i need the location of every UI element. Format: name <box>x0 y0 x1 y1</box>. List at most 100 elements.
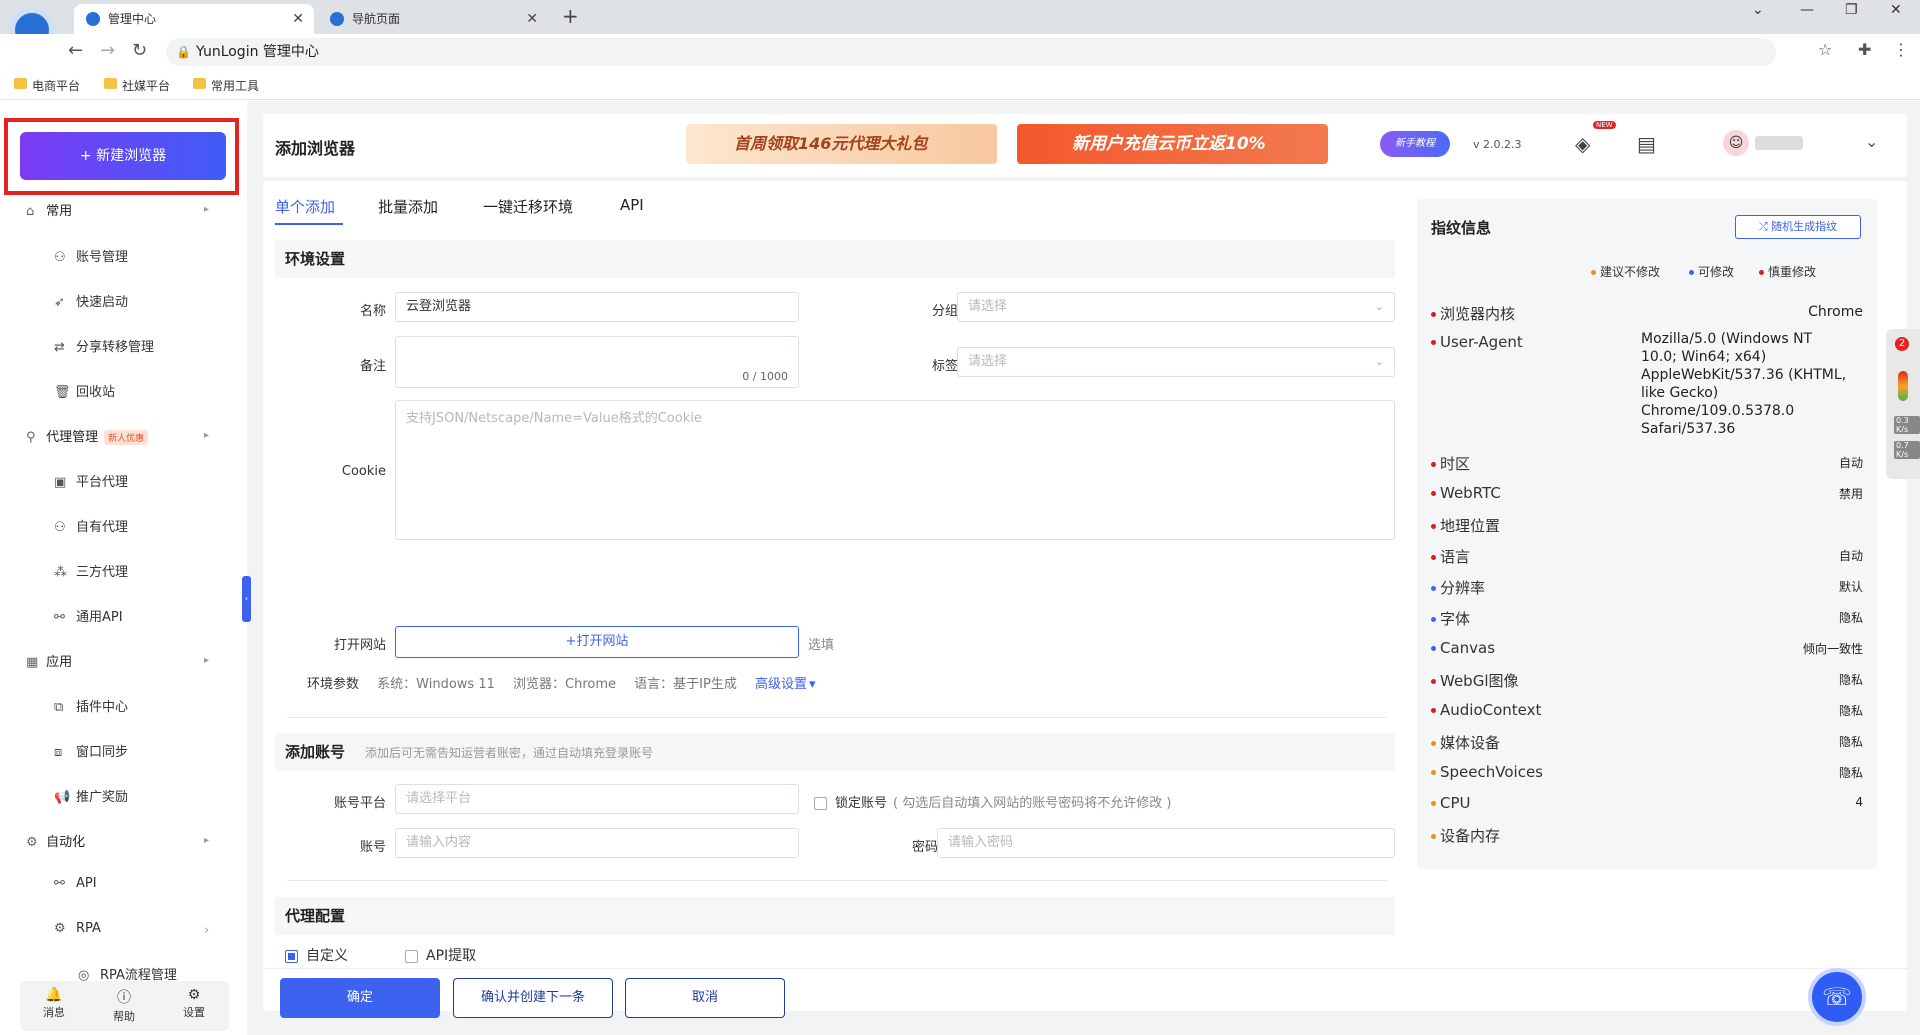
sidebar-group-common[interactable]: ⌂ 常用 <box>26 200 72 219</box>
sidebar-item-own-proxy[interactable]: ⚇ 自有代理 <box>54 516 128 535</box>
reload-icon[interactable]: ↻ <box>132 40 147 61</box>
close-tab-icon[interactable]: ✕ <box>526 4 538 34</box>
sidebar-item-third-proxy[interactable]: ⁂ 三方代理 <box>54 561 128 580</box>
forward-icon[interactable]: → <box>100 40 115 61</box>
option-label: 自定义 <box>306 948 348 964</box>
group-select[interactable]: 请选择 ⌄ <box>957 292 1395 322</box>
chevron-down-icon[interactable]: ⌄ <box>1865 132 1878 151</box>
tab-migrate-env[interactable]: 一键迁移环境 <box>483 196 573 217</box>
password-input[interactable]: 请输入密码 <box>937 828 1395 858</box>
status-dot <box>1431 741 1436 746</box>
sidebar-group-proxy[interactable]: ⚲ 代理管理 新人优惠 <box>26 426 149 445</box>
status-dot <box>1431 708 1436 713</box>
address-bar[interactable]: 🔒 YunLogin 管理中心 <box>166 38 1776 66</box>
new-tab-icon[interactable]: + <box>562 4 579 28</box>
param-os: 系统：Windows 11 <box>377 677 495 692</box>
bookmark-folder[interactable]: 电商平台 <box>14 77 80 94</box>
collapse-sidebar-handle[interactable]: ‹ <box>242 576 251 622</box>
sidebar-item-rpa[interactable]: ⚙ RPA <box>54 921 101 936</box>
cookie-textarea[interactable]: 支持JSON/Netscape/Name=Value格式的Cookie <box>395 400 1395 540</box>
proxy-api-option[interactable]: API提取 <box>405 945 515 965</box>
sidebar-item-share-transfer[interactable]: ⇄ 分享转移管理 <box>54 336 154 355</box>
sidebar-item-general-api[interactable]: ⚯ 通用API <box>54 606 123 625</box>
grid-icon: ▦ <box>26 655 39 670</box>
close-window-icon[interactable]: ✕ <box>1890 2 1902 18</box>
chevron-right-icon: › <box>204 923 210 938</box>
layers-icon[interactable]: ◈ <box>1575 132 1590 156</box>
tab-batch-add[interactable]: 批量添加 <box>378 196 438 217</box>
promo-banner-proxy[interactable]: 首周领取146元代理大礼包 <box>686 124 997 164</box>
back-icon[interactable]: ← <box>68 40 83 61</box>
fp-key: 字体 <box>1440 610 1471 628</box>
legend-dot <box>1689 270 1694 275</box>
extensions-icon[interactable]: ✚ <box>1858 40 1871 59</box>
tag-select[interactable]: 请选择 ⌄ <box>957 347 1395 377</box>
promo-banner-recharge[interactable]: 新用户充值云币立返10% <box>1017 124 1328 164</box>
new-badge: NEW <box>1593 121 1616 129</box>
sidebar-item-platform-proxy[interactable]: ▣ 平台代理 <box>54 471 128 490</box>
confirm-button[interactable]: 确定 <box>280 978 440 1018</box>
cancel-button[interactable]: 取消 <box>625 978 785 1018</box>
proxy-custom-option[interactable]: 自定义 <box>285 945 375 965</box>
section-hint: 添加后可无需告知运营者账密，通过自动填充登录账号 <box>365 746 654 760</box>
char-counter: 0 / 1000 <box>742 370 788 383</box>
name-input[interactable]: 云登浏览器 <box>395 292 799 322</box>
lock-hint: ( 勾选后自动填入网站的账号密码将不允许修改 ) <box>893 796 1172 811</box>
advanced-settings-link[interactable]: 高级设置 <box>755 677 807 692</box>
customer-support-icon[interactable]: ☏ <box>1808 968 1866 1026</box>
bookmark-star-icon[interactable]: ☆ <box>1818 40 1832 59</box>
item-label: 账号管理 <box>76 250 129 265</box>
network-icon: ⁂ <box>54 565 67 580</box>
option-label: API提取 <box>426 948 477 964</box>
sidebar-item-plugin-center[interactable]: ⧉ 插件中心 <box>54 696 128 715</box>
menu-icon[interactable]: ⋮ <box>1893 40 1909 59</box>
fp-key: 地理位置 <box>1440 517 1501 535</box>
close-tab-icon[interactable]: ✕ <box>292 4 304 34</box>
sidebar-item-account-mgmt[interactable]: ⚇ 账号管理 <box>54 246 128 265</box>
meter-badge: 2 <box>1895 337 1909 351</box>
account-input[interactable]: 请输入内容 <box>395 828 799 858</box>
tab-management-center[interactable]: 管理中心 ✕ <box>74 4 314 34</box>
section-account: 添加账号 添加后可无需告知运营者账密，通过自动填充登录账号 <box>275 733 1395 771</box>
lock-checkbox[interactable] <box>814 797 827 810</box>
bookmark-folder[interactable]: 社媒平台 <box>104 77 170 94</box>
platform-select[interactable]: 请选择平台 <box>395 784 799 814</box>
chevron-icon: ▸ <box>204 835 210 846</box>
legend-label: 可修改 <box>1698 265 1735 279</box>
sidebar-item-recycle[interactable]: 🗑 回收站 <box>54 381 115 400</box>
bookmark-folder[interactable]: 常用工具 <box>193 77 259 94</box>
tab-api[interactable]: API <box>620 196 644 214</box>
help-button[interactable]: ⓘ 帮助 <box>104 987 144 1024</box>
megaphone-icon: 📢 <box>54 790 71 805</box>
api-checkbox[interactable] <box>405 949 418 963</box>
open-site-button[interactable]: +打开网站 <box>395 626 799 658</box>
legend-dot <box>1759 270 1764 275</box>
section-env: 环境设置 <box>275 240 1395 278</box>
help-icon: ⓘ <box>117 990 131 1006</box>
messages-button[interactable]: 🔔 消息 <box>34 987 74 1020</box>
tab-search-icon[interactable]: ⌄ <box>1752 2 1764 18</box>
restore-icon[interactable]: ❐ <box>1845 2 1858 18</box>
random-fingerprint-button[interactable]: ⤮ 随机生成指纹 <box>1735 215 1861 239</box>
sidebar-group-automation[interactable]: ⚙ 自动化 <box>26 831 85 850</box>
note-textarea[interactable]: 0 / 1000 <box>395 336 799 388</box>
item-label: 三方代理 <box>76 565 129 580</box>
sidebar-item-api[interactable]: ⚯ API <box>54 876 97 891</box>
avatar[interactable]: ☺ <box>1723 130 1749 156</box>
settings-button[interactable]: ⚙ 设置 <box>174 987 214 1020</box>
tutorial-button[interactable]: 新手教程 <box>1380 131 1450 157</box>
confirm-next-button[interactable]: 确认并创建下一条 <box>453 978 613 1018</box>
sidebar-item-window-sync[interactable]: ⧈ 窗口同步 <box>54 741 128 760</box>
sidebar-item-promo-reward[interactable]: 📢 推广奖励 <box>54 786 128 805</box>
minimize-icon[interactable]: — <box>1800 2 1814 18</box>
tab-single-add[interactable]: 单个添加 <box>275 196 335 217</box>
sidebar-item-quick-launch[interactable]: ➶ 快速启动 <box>54 291 128 310</box>
sidebar-group-apps[interactable]: ▦ 应用 <box>26 651 72 670</box>
name-label: 名称 <box>359 304 386 319</box>
lock-account-row[interactable]: 锁定账号 ( 勾选后自动填入网站的账号密码将不允许修改 ) <box>814 792 1214 811</box>
custom-checkbox[interactable] <box>285 949 298 963</box>
tab-navigation[interactable]: 导航页面 ✕ <box>318 4 548 34</box>
document-icon[interactable]: ▤ <box>1637 132 1656 156</box>
fp-key: CPU <box>1440 794 1471 812</box>
home-icon: ⌂ <box>26 204 35 219</box>
